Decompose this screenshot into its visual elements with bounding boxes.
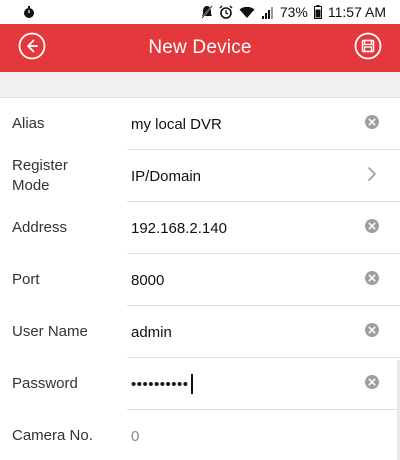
password-label: Password [12, 375, 78, 392]
clear-icon [364, 270, 380, 291]
text-cursor [190, 374, 193, 394]
register-mode-chevron[interactable] [364, 166, 380, 187]
user-name-input[interactable]: admin [131, 306, 172, 358]
user-name-label: User Name [12, 323, 88, 340]
clear-password-button[interactable] [364, 374, 380, 395]
register-mode-value: IP/Domain [131, 167, 202, 185]
camera-no-label: Camera No. [12, 427, 93, 444]
address-row: Address 192.168.2.140 [0, 202, 400, 254]
back-arrow-circle-icon [18, 32, 46, 65]
device-form: Alias my local DVR Register Mode IP/Doma… [0, 98, 400, 460]
clear-port-button[interactable] [364, 270, 380, 291]
port-row: Port 8000 [0, 254, 400, 306]
clear-icon [364, 322, 380, 343]
port-label: Port [12, 271, 40, 288]
section-gap [0, 72, 400, 98]
stopwatch-icon [22, 5, 36, 19]
status-left [22, 5, 36, 19]
save-disk-icon [354, 32, 382, 65]
battery-percent: 73% [279, 4, 308, 20]
status-time: 11:57 AM [327, 4, 386, 20]
password-masked-value: •••••••••• [131, 375, 189, 393]
status-right: 73% 11:57 AM [201, 4, 386, 20]
app-bar: New Device [0, 24, 400, 72]
wifi-icon [239, 6, 255, 19]
back-button[interactable] [17, 32, 47, 65]
chevron-right-icon [367, 166, 377, 187]
register-mode-row[interactable]: Register Mode IP/Domain [0, 150, 400, 202]
clear-icon [364, 114, 380, 135]
battery-icon [313, 5, 322, 19]
status-bar: 73% 11:57 AM [0, 0, 400, 24]
alias-row: Alias my local DVR [0, 98, 400, 150]
password-input[interactable]: •••••••••• [131, 358, 193, 410]
port-input[interactable]: 8000 [131, 254, 164, 306]
mute-icon [201, 5, 213, 19]
signal-icon [261, 6, 274, 19]
camera-no-row: Camera No. 0 [0, 410, 400, 460]
page-title: New Device [148, 37, 252, 58]
user-name-row: User Name admin [0, 306, 400, 358]
camera-no-value: 0 [131, 427, 140, 445]
password-row: Password •••••••••• [0, 358, 400, 410]
address-input[interactable]: 192.168.2.140 [131, 202, 227, 254]
save-button[interactable] [353, 32, 383, 65]
clear-address-button[interactable] [364, 218, 380, 239]
alias-input[interactable]: my local DVR [131, 98, 222, 150]
clear-user-name-button[interactable] [364, 322, 380, 343]
alias-label: Alias [12, 115, 45, 132]
address-label: Address [12, 219, 68, 236]
register-mode-label: Register Mode [12, 157, 68, 194]
clear-icon [364, 374, 380, 395]
clear-icon [364, 218, 380, 239]
clear-alias-button[interactable] [364, 114, 380, 135]
alarm-icon [219, 5, 233, 19]
